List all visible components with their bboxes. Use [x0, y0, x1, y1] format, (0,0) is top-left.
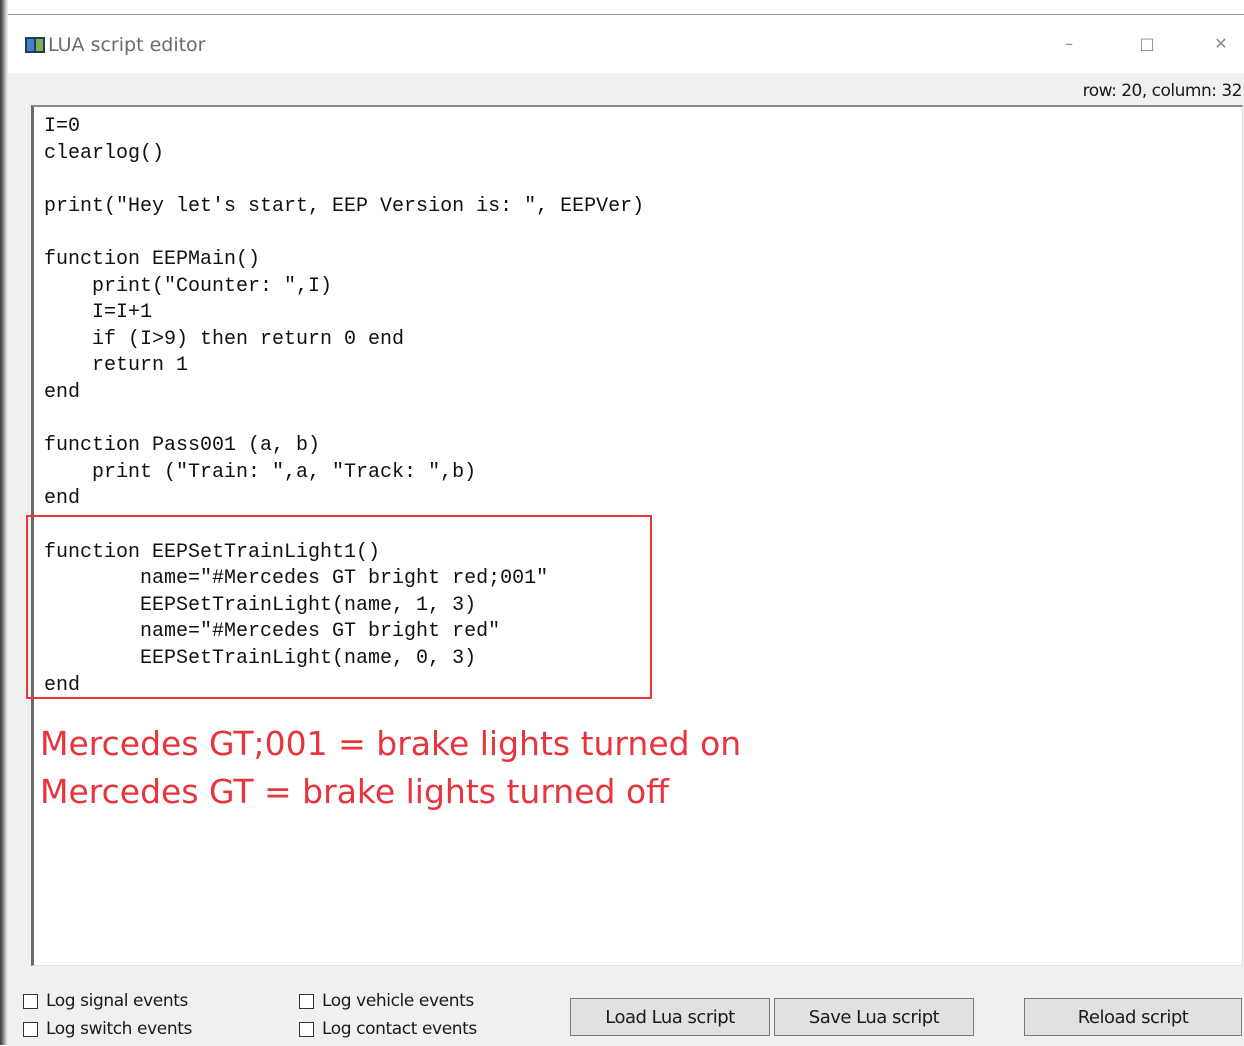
checkbox-box[interactable]: [299, 1021, 314, 1037]
reload-script-button[interactable]: Reload script: [1024, 998, 1242, 1036]
code-line: end: [44, 381, 81, 404]
log-switch-events-checkbox[interactable]: Log switch events: [23, 1019, 192, 1039]
code-line: print("Hey let's start, EEP Version is: …: [44, 194, 645, 218]
code-line: print("Counter: ",I): [44, 274, 333, 298]
code-editor[interactable]: end EEPSetTrainLight(name, 0, 3) name="#…: [26, 105, 1243, 966]
background-window-edge: [0, 0, 8, 1045]
app-icon: [25, 37, 45, 53]
checkbox-label: Log vehicle events: [322, 991, 474, 1011]
code-line: I=0: [44, 115, 81, 138]
checkbox-box[interactable]: [299, 993, 314, 1009]
save-lua-script-button[interactable]: Save Lua script: [774, 998, 974, 1036]
annotation-line-1: Mercedes GT;001 = brake lights turned on: [40, 724, 742, 763]
log-signal-events-checkbox[interactable]: Log signal events: [23, 991, 188, 1011]
checkbox-label: Log contact events: [322, 1019, 477, 1039]
checkbox-box[interactable]: [23, 1021, 38, 1037]
cursor-position-status: row: 20, column: 32: [1082, 81, 1243, 101]
checkbox-box[interactable]: [23, 993, 38, 1009]
load-lua-script-button[interactable]: Load Lua script: [570, 998, 770, 1036]
code-line: print ("Train: ",a, "Track: ",b): [44, 460, 477, 484]
lua-script-editor-window: LUA script editor – □ ✕ row: 20, column:…: [8, 14, 1244, 1046]
code-line: end: [44, 487, 81, 511]
code-line: I=I+1: [44, 301, 153, 325]
maximize-button[interactable]: □: [1124, 27, 1170, 61]
window-title: LUA script editor: [48, 34, 206, 56]
code-line: if (I>9) then return 0 end: [44, 327, 405, 351]
checkbox-label: Log switch events: [46, 1019, 192, 1039]
close-button[interactable]: ✕: [1198, 27, 1244, 61]
minimize-button[interactable]: –: [1046, 27, 1092, 61]
checkbox-label: Log signal events: [46, 991, 188, 1011]
code-line: function Pass001 (a, b): [44, 434, 321, 458]
title-bar: LUA script editor – □ ✕: [8, 15, 1244, 73]
code-line: return 1: [44, 354, 189, 378]
highlight-box: [26, 515, 652, 699]
code-line: clearlog(): [44, 141, 165, 165]
log-contact-events-checkbox[interactable]: Log contact events: [299, 1019, 477, 1039]
code-line: function EEPMain(): [44, 248, 261, 271]
log-vehicle-events-checkbox[interactable]: Log vehicle events: [299, 991, 474, 1011]
annotation-line-2: Mercedes GT = brake lights turned off: [40, 772, 669, 811]
